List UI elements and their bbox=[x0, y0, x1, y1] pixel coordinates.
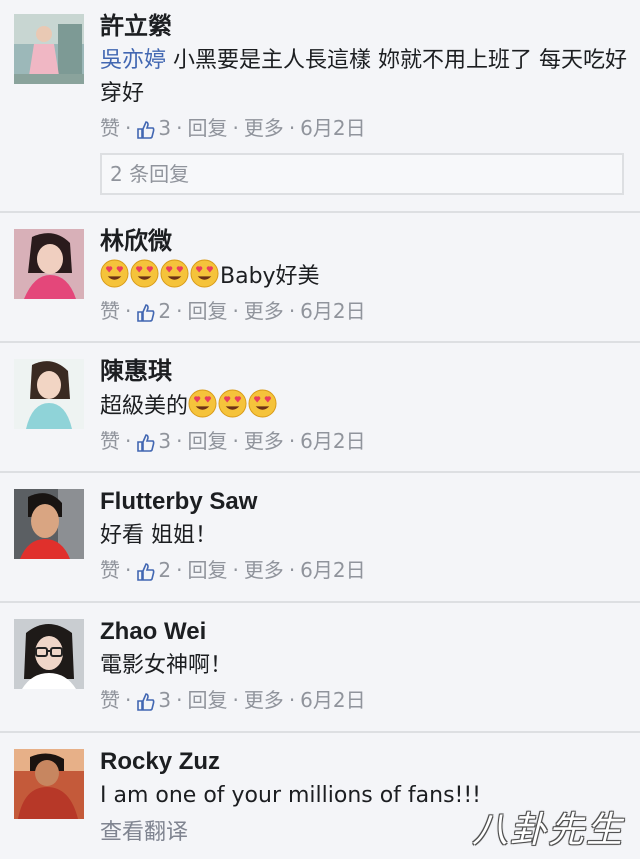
commenter-name[interactable]: Rocky Zuz bbox=[100, 747, 628, 777]
like-button[interactable]: 赞 bbox=[100, 113, 120, 143]
comment-text: Baby好美 bbox=[100, 259, 628, 293]
separator: · bbox=[232, 558, 239, 582]
thumbs-up-icon bbox=[136, 431, 156, 452]
comment-date: 6月2日 bbox=[300, 558, 366, 582]
comment-item: Rocky Zuz I am one of your millions of f… bbox=[0, 733, 640, 859]
comment-date: 6月2日 bbox=[300, 429, 366, 453]
separator: · bbox=[288, 116, 296, 140]
reply-button[interactable]: 回复 bbox=[187, 113, 227, 143]
avatar[interactable] bbox=[14, 229, 84, 299]
separator: · bbox=[125, 558, 132, 582]
more-button[interactable]: 更多 bbox=[244, 113, 284, 143]
avatar[interactable] bbox=[14, 489, 84, 559]
comment-item: Flutterby Saw 好看 姐姐！ 赞 · 2 · 回复 · 更多 · 6… bbox=[0, 473, 640, 603]
heart-eyes-emoji-icon bbox=[248, 389, 277, 418]
reply-button[interactable]: 回复 bbox=[187, 426, 227, 456]
separator: · bbox=[232, 116, 239, 140]
avatar[interactable] bbox=[14, 619, 84, 689]
separator: · bbox=[176, 116, 183, 140]
more-button[interactable]: 更多 bbox=[244, 296, 284, 326]
heart-eyes-emoji-icon bbox=[160, 259, 189, 288]
heart-eyes-emoji-icon bbox=[130, 259, 159, 288]
separator: · bbox=[288, 429, 296, 453]
avatar[interactable] bbox=[14, 749, 84, 819]
like-count: 3 bbox=[158, 116, 172, 140]
comment-text: 超級美的 bbox=[100, 389, 628, 423]
heart-eyes-emoji-icon bbox=[188, 389, 217, 418]
separator: · bbox=[232, 299, 239, 323]
thumbs-up-icon bbox=[136, 560, 156, 581]
more-button[interactable]: 更多 bbox=[244, 555, 284, 585]
separator: · bbox=[125, 429, 132, 453]
avatar[interactable] bbox=[14, 359, 84, 429]
more-button[interactable]: 更多 bbox=[244, 685, 284, 715]
separator: · bbox=[232, 688, 239, 712]
like-count: 2 bbox=[158, 558, 172, 582]
commenter-name[interactable]: 林欣微 bbox=[100, 227, 628, 257]
like-button[interactable]: 赞 bbox=[100, 685, 120, 715]
commenter-name[interactable]: 許立縈 bbox=[100, 12, 628, 42]
separator: · bbox=[125, 299, 132, 323]
like-button[interactable]: 赞 bbox=[100, 555, 120, 585]
separator: · bbox=[288, 558, 296, 582]
separator: · bbox=[125, 688, 132, 712]
comment-text-body: 超級美的 bbox=[100, 394, 189, 419]
comment-actions: 赞 · 3 · 回复 · 更多 · 6月2日 bbox=[100, 426, 628, 456]
more-button[interactable]: 更多 bbox=[244, 426, 284, 456]
view-replies-button[interactable]: 2 条回复 bbox=[100, 153, 624, 195]
comment-date: 6月2日 bbox=[300, 116, 366, 140]
separator: · bbox=[176, 688, 183, 712]
comment-item: Zhao Wei 電影女神啊！ 赞 · 3 · 回复 · 更多 · 6月2日 bbox=[0, 603, 640, 733]
like-count: 3 bbox=[158, 429, 172, 453]
comment-text: 吳亦婷 小黑要是主人長這樣 妳就不用上班了 每天吃好穿好 bbox=[100, 44, 628, 110]
comment-item: 許立縈 吳亦婷 小黑要是主人長這樣 妳就不用上班了 每天吃好穿好 赞 · 3 ·… bbox=[0, 0, 640, 213]
commenter-name[interactable]: Flutterby Saw bbox=[100, 487, 628, 517]
separator: · bbox=[288, 688, 296, 712]
separator: · bbox=[288, 299, 296, 323]
like-button[interactable]: 赞 bbox=[100, 296, 120, 326]
reply-button[interactable]: 回复 bbox=[187, 296, 227, 326]
like-count: 3 bbox=[158, 688, 172, 712]
reply-button[interactable]: 回复 bbox=[187, 685, 227, 715]
heart-eyes-emoji-icon bbox=[218, 389, 247, 418]
separator: · bbox=[125, 116, 132, 140]
mention-link[interactable]: 吳亦婷 bbox=[100, 48, 166, 73]
reply-button[interactable]: 回复 bbox=[187, 555, 227, 585]
comment-text-body: 小黑要是主人長這樣 妳就不用上班了 每天吃好穿好 bbox=[100, 48, 627, 106]
like-count: 2 bbox=[158, 299, 172, 323]
comment-actions: 赞 · 2 · 回复 · 更多 · 6月2日 bbox=[100, 555, 628, 585]
heart-eyes-emoji-icon bbox=[100, 259, 129, 288]
commenter-name[interactable]: Zhao Wei bbox=[100, 617, 628, 647]
comment-actions: 赞 · 2 · 回复 · 更多 · 6月2日 bbox=[100, 296, 628, 326]
comment-date: 6月2日 bbox=[300, 299, 366, 323]
thumbs-up-icon bbox=[136, 301, 156, 322]
commenter-name[interactable]: 陳惠琪 bbox=[100, 357, 628, 387]
avatar[interactable] bbox=[14, 14, 84, 84]
like-button[interactable]: 赞 bbox=[100, 426, 120, 456]
comment-date: 6月2日 bbox=[300, 688, 366, 712]
separator: · bbox=[232, 429, 239, 453]
comment-item: 林欣微 Baby好美 赞 · 2 · 回复 · 更多 · 6月2日 bbox=[0, 213, 640, 343]
separator: · bbox=[176, 299, 183, 323]
comment-text: 好看 姐姐！ bbox=[100, 523, 217, 548]
thumbs-up-icon bbox=[136, 118, 156, 139]
comment-actions: 赞 · 3 · 回复 · 更多 · 6月2日 bbox=[100, 685, 628, 715]
comment-text-body: Baby好美 bbox=[220, 264, 320, 289]
comment-item: 陳惠琪 超級美的 赞 · 3 · 回复 · 更多 · 6月2日 bbox=[0, 343, 640, 473]
comment-text: 電影女神啊！ bbox=[100, 653, 233, 678]
separator: · bbox=[176, 558, 183, 582]
comment-actions: 赞 · 3 · 回复 · 更多 · 6月2日 bbox=[100, 113, 628, 143]
separator: · bbox=[176, 429, 183, 453]
thumbs-up-icon bbox=[136, 690, 156, 711]
watermark: 八卦先生 bbox=[471, 810, 624, 851]
heart-eyes-emoji-icon bbox=[190, 259, 219, 288]
